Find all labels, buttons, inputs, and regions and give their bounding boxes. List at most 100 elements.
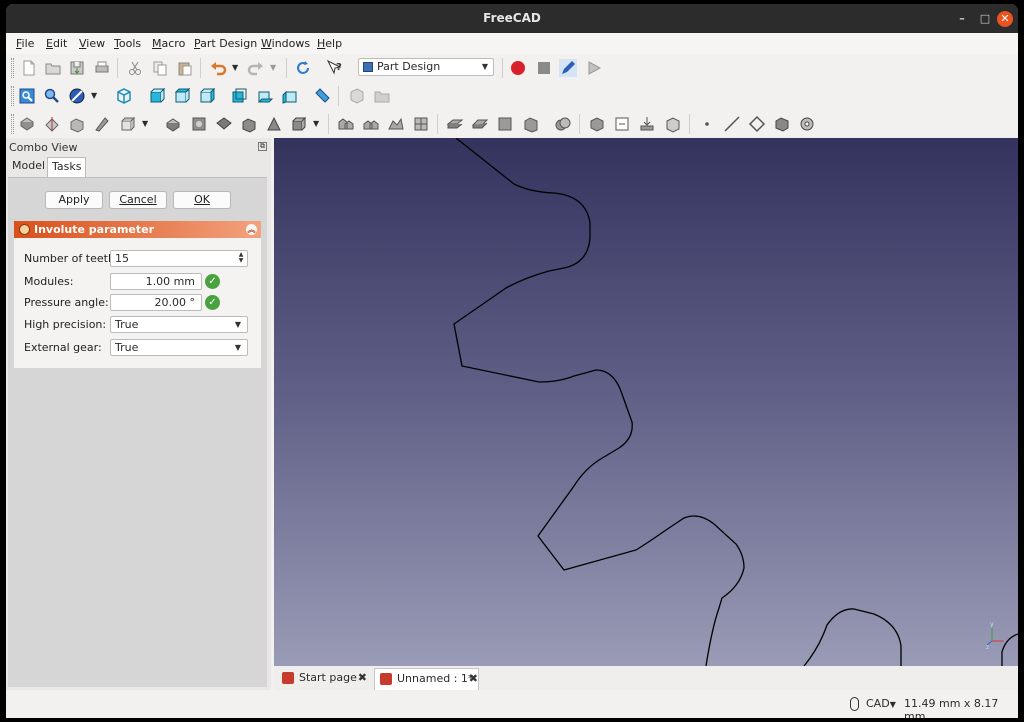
spin-arrows-icon[interactable]: ▲ ▼	[236, 252, 246, 265]
multi-transform-icon[interactable]	[362, 115, 380, 133]
menu-macro[interactable]: Macro	[152, 37, 185, 50]
front-view-icon[interactable]	[148, 87, 166, 105]
linear-pattern-icon[interactable]	[290, 115, 308, 133]
high-precision-select[interactable]: True ▼	[110, 316, 248, 333]
boolean-icon[interactable]	[496, 115, 514, 133]
close-tab-icon[interactable]: ✖	[469, 669, 478, 689]
record-macro-icon[interactable]	[509, 59, 527, 77]
datum-point-icon[interactable]	[698, 115, 716, 133]
part-icon[interactable]	[348, 87, 366, 105]
datum-line-icon[interactable]	[723, 115, 741, 133]
menu-file[interactable]: File	[16, 37, 34, 50]
minimize-button[interactable]: –	[954, 11, 970, 27]
sub-shape-binder-icon[interactable]	[588, 115, 606, 133]
print-icon[interactable]	[93, 59, 111, 77]
tab-start-page[interactable]: Start page ✖	[277, 668, 367, 690]
refresh-icon[interactable]	[294, 59, 312, 77]
menu-edit[interactable]: Edit	[46, 37, 67, 50]
subtractive-primitive-icon[interactable]	[240, 115, 258, 133]
undo-icon[interactable]	[209, 59, 227, 77]
apply-button[interactable]: Apply	[45, 191, 103, 209]
teeth-spinbox[interactable]: 15 ▲ ▼	[110, 250, 248, 267]
new-file-icon[interactable]	[20, 59, 38, 77]
rear-view-icon[interactable]	[230, 87, 248, 105]
left-view-icon[interactable]	[281, 87, 299, 105]
open-file-icon[interactable]	[44, 59, 62, 77]
datum-point-feature-icon[interactable]	[613, 115, 631, 133]
groove-icon[interactable]	[215, 115, 233, 133]
pocket-icon[interactable]	[164, 115, 182, 133]
toolbar-grip[interactable]	[11, 114, 14, 134]
revolution-icon[interactable]	[93, 115, 111, 133]
polar-pattern-icon[interactable]	[337, 115, 355, 133]
toolbar-separator	[579, 114, 580, 134]
menu-view[interactable]: View	[79, 37, 105, 50]
mirrored-icon[interactable]	[265, 115, 283, 133]
right-view-icon[interactable]	[198, 87, 216, 105]
hole-icon[interactable]	[190, 115, 208, 133]
edit-macro-icon[interactable]	[559, 59, 577, 77]
navigation-style-selector[interactable]: CAD▼	[866, 697, 896, 710]
shape-binder-icon[interactable]	[522, 115, 540, 133]
cut-icon[interactable]	[126, 59, 144, 77]
pad-icon[interactable]	[68, 115, 86, 133]
top-view-icon[interactable]	[173, 87, 191, 105]
copy-icon[interactable]	[151, 59, 169, 77]
whats-this-icon[interactable]: ?	[326, 59, 344, 77]
menu-help[interactable]: Help	[317, 37, 342, 50]
local-cs-icon[interactable]	[773, 115, 791, 133]
menu-windows[interactable]: Windows	[261, 37, 310, 50]
close-window-button[interactable]: ✕	[997, 11, 1013, 27]
toolbar-separator	[117, 58, 118, 78]
tab-unnamed-document[interactable]: Unnamed : 1* ✖	[374, 668, 479, 690]
isometric-view-icon[interactable]	[115, 87, 133, 105]
group-icon[interactable]	[373, 87, 391, 105]
ok-button[interactable]: OK	[173, 191, 231, 209]
bottom-view-icon[interactable]	[256, 87, 274, 105]
draw-style-chevron-icon[interactable]: ▼	[91, 87, 109, 105]
float-panel-icon[interactable]: ⧉	[258, 142, 267, 151]
toolbar-separator	[286, 58, 287, 78]
toolbar-grip[interactable]	[11, 58, 14, 78]
datum-plane-feature-icon[interactable]	[638, 115, 656, 133]
menu-part-design[interactable]: Part Design	[194, 37, 257, 50]
save-icon[interactable]	[68, 59, 86, 77]
external-gear-label: External gear:	[24, 341, 102, 354]
pressure-angle-field[interactable]: 20.00 °	[110, 294, 202, 311]
menu-tools[interactable]: Tools	[114, 37, 141, 50]
local-cs-feature-icon[interactable]	[664, 115, 682, 133]
sketch-icon[interactable]	[43, 115, 61, 133]
run-macro-icon[interactable]	[585, 59, 603, 77]
teeth-label: Number of teeth:	[24, 252, 119, 265]
chamfer-icon[interactable]	[412, 115, 430, 133]
modules-field[interactable]: 1.00 mm	[110, 273, 202, 290]
stop-macro-icon[interactable]	[535, 59, 553, 77]
paste-icon[interactable]	[176, 59, 194, 77]
clone-icon[interactable]	[554, 115, 572, 133]
draft-icon[interactable]	[446, 115, 464, 133]
fit-selection-icon[interactable]	[43, 87, 61, 105]
modules-label: Modules:	[24, 275, 74, 288]
3d-viewport[interactable]: y z	[274, 138, 1018, 666]
redo-icon[interactable]	[247, 59, 265, 77]
datum-plane-icon[interactable]	[748, 115, 766, 133]
maximize-button[interactable]: □	[977, 11, 993, 27]
fillet-icon[interactable]	[387, 115, 405, 133]
close-tab-icon[interactable]: ✖	[358, 668, 367, 688]
panel-header[interactable]: Involute parameter ︽	[14, 221, 261, 238]
thickness-icon[interactable]	[471, 115, 489, 133]
fit-all-icon[interactable]	[18, 87, 36, 105]
toolbar-grip[interactable]	[11, 86, 14, 106]
tab-tasks[interactable]: Tasks	[47, 157, 87, 177]
workbench-selector[interactable]: Part Design ▼	[358, 58, 494, 76]
involute-gear-icon[interactable]	[798, 115, 816, 133]
additive-primitive-icon[interactable]	[119, 115, 137, 133]
measure-icon[interactable]	[313, 87, 331, 105]
additive-primitive-chevron-icon[interactable]: ▼	[142, 115, 160, 133]
draw-style-icon[interactable]	[68, 87, 86, 105]
tab-model[interactable]: Model	[8, 157, 49, 177]
external-gear-select[interactable]: True ▼	[110, 339, 248, 356]
collapse-icon[interactable]: ︽	[246, 224, 257, 235]
body-icon[interactable]	[18, 115, 36, 133]
cancel-button[interactable]: Cancel	[109, 191, 167, 209]
